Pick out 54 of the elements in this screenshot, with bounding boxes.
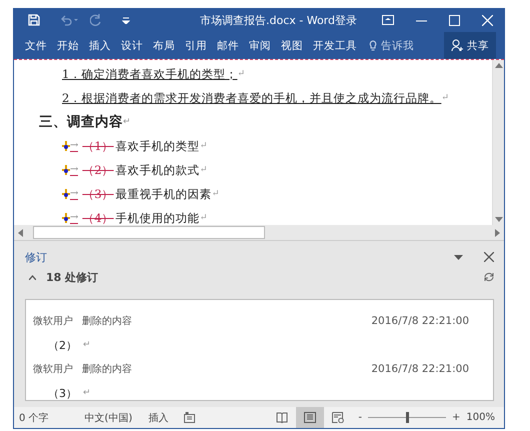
tab-mark: → [70,164,78,176]
paragraph-mark: ↵ [212,189,220,199]
window-title: 市场调查报告.docx - Word [200,12,335,28]
ribbon-tab[interactable]: 邮件 [212,32,244,59]
paragraph-mark: ↵ [200,141,208,151]
deleted-text: （1） [82,138,114,154]
revision-time: 2016/7/8 22:21:00 [371,315,469,327]
ribbon-tab[interactable]: 审阅 [244,32,276,59]
list-item-text: 喜欢手机的类型 [116,138,200,154]
deleted-text: （4） [82,210,114,225]
ribbon-tab[interactable]: 开始 [52,32,84,59]
ribbon-tab[interactable]: 视图 [276,32,308,59]
revision-time: 2016/7/8 22:21:00 [371,363,469,375]
tab-mark: → [70,212,78,224]
deleted-text: （3） [82,186,114,202]
tell-me-field[interactable]: 告诉我 [366,32,417,59]
zoom-in-button[interactable]: + [452,412,460,423]
insert-mode-status[interactable]: 插入 [148,410,168,424]
paragraph-mark: ↵ [200,165,208,175]
sign-in-link[interactable]: 登录 [335,12,357,28]
paragraph-mark: ↵ [83,340,91,350]
revision-content[interactable]: （3） [48,386,77,400]
revision-author: 微软用户 [33,362,73,376]
list-item-text: 喜欢手机的款式 [116,162,200,178]
language-status[interactable]: 中文(中国) [84,410,132,424]
ribbon-tab[interactable]: 文件 [20,32,52,59]
revision-content[interactable]: （2） [48,338,77,352]
list-item-text: 手机使用的功能 [116,210,200,225]
paragraph-mark: ↵ [83,388,91,398]
revision-count: 18 处修订 [46,270,100,284]
section-heading: 三、调查内容 [39,113,123,131]
pane-title: 修订 [25,250,48,264]
tab-mark: → [70,188,78,200]
zoom-out-button[interactable]: - [358,412,362,423]
paragraph-mark: ↵ [200,213,208,223]
revision-action: 删除的内容 [82,314,132,328]
list-item-text: 最重视手机的因素 [116,186,212,202]
revision-action: 删除的内容 [82,362,132,376]
ribbon-tab[interactable]: 开发工具 [308,32,362,59]
paragraph-mark: ↵ [123,117,131,127]
revision-author: 微软用户 [33,314,73,328]
share-button[interactable]: 共享 [444,32,496,59]
paragraph-mark: ↵ [441,93,449,103]
tab-mark: → [70,140,78,152]
ribbon-tab[interactable]: 布局 [148,32,180,59]
word-count[interactable]: 0 个字 [19,410,49,424]
inserted-text: 2．根据消费者的需求开发消费者喜爱的手机，并且使之成为流行品牌。 [62,90,442,106]
ribbon-tab[interactable]: 引用 [180,32,212,59]
ribbon-tab[interactable]: 插入 [84,32,116,59]
paragraph-mark: ↵ [237,69,245,79]
ribbon-tab[interactable]: 设计 [116,32,148,59]
deleted-text: （2） [82,162,114,178]
inserted-text: 1．确定消费者喜欢手机的类型； [62,66,238,82]
zoom-level[interactable]: 100% [466,412,495,423]
